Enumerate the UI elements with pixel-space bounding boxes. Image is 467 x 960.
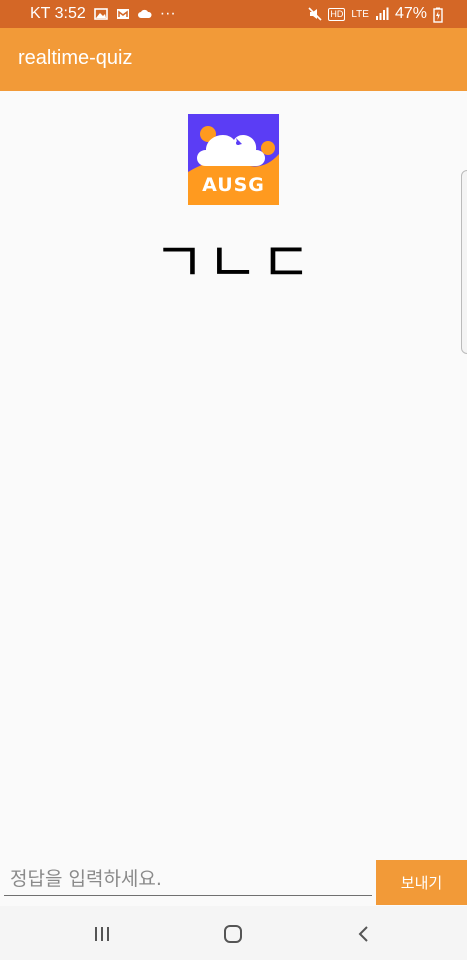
app-title: realtime-quiz <box>18 47 133 69</box>
carrier-time: KT 3:52 <box>30 5 86 22</box>
recent-apps-icon[interactable] <box>88 920 116 948</box>
navigation-bar <box>0 906 467 960</box>
hd-badge: HD <box>328 7 346 21</box>
status-bar-left: KT 3:52 ··· <box>30 5 176 23</box>
signal-icon <box>375 7 389 21</box>
mute-icon <box>308 7 322 21</box>
battery-percent: 47% <box>394 5 427 22</box>
email-icon <box>116 7 130 21</box>
quiz-hint: ㄱㄴㄷ <box>153 231 314 296</box>
edge-panel-handle[interactable] <box>461 170 467 354</box>
app-bar: realtime-quiz <box>0 28 467 91</box>
network-type: LTE <box>351 8 369 20</box>
send-button[interactable]: 보내기 <box>376 860 467 905</box>
app-screen: KT 3:52 ··· HD LTE 47% realtime-quiz AUS… <box>0 0 467 960</box>
more-notifications: ··· <box>159 5 176 22</box>
ausg-logo: AUSG <box>188 114 279 205</box>
cloud-icon <box>137 7 152 21</box>
logo-text: AUSG <box>202 174 265 196</box>
status-bar: KT 3:52 ··· HD LTE 47% <box>0 0 467 28</box>
status-bar-right: HD LTE 47% <box>308 5 447 23</box>
gallery-icon <box>93 7 108 21</box>
home-icon[interactable] <box>219 920 247 948</box>
answer-input[interactable] <box>4 862 372 896</box>
back-icon[interactable] <box>350 920 378 948</box>
battery-charging-icon <box>433 7 447 23</box>
